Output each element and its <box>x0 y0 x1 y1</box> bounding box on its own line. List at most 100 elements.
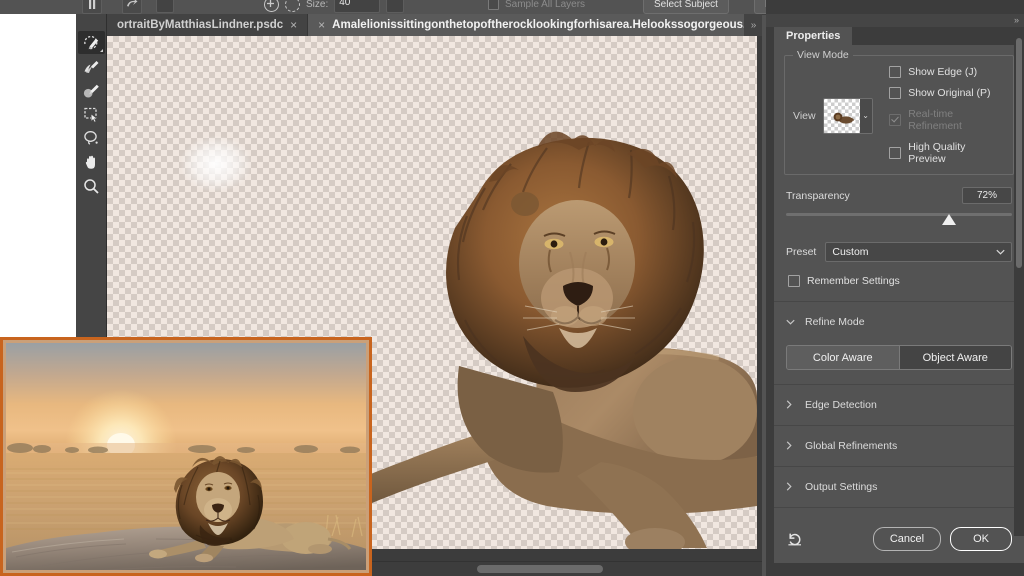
ok-label: OK <box>973 533 989 545</box>
document-tab-active[interactable]: × Amalelionissittingonthetopoftherockloo… <box>308 14 762 36</box>
global-refinements-section[interactable]: Global Refinements <box>774 426 1024 467</box>
checkbox-label: Remember Settings <box>807 275 900 287</box>
panel-tab-strip: Properties <box>774 27 1024 45</box>
brush-size-input[interactable]: 40 <box>334 0 381 13</box>
view-mode-checkbox-list: Show Edge (J) Show Original (P) Real-tim… <box>885 66 1005 165</box>
hand-tool[interactable] <box>78 151 105 174</box>
checkbox-label: Real-time Refinement <box>908 108 962 132</box>
transparency-label: Transparency <box>786 189 850 202</box>
left-gutter-top-bar <box>0 0 76 14</box>
checkbox-box[interactable] <box>889 147 902 159</box>
checkbox-label: Show Edge (J) <box>908 66 978 78</box>
checkbox-box <box>889 114 902 126</box>
sample-all-layers-checkbox[interactable] <box>488 0 499 10</box>
refine-mode-label: Refine Mode <box>805 316 865 328</box>
transparency-value: 72% <box>976 190 997 201</box>
preset-select[interactable]: Custom <box>825 242 1012 262</box>
checkbox-box[interactable] <box>889 66 902 78</box>
tab-overflow-icon[interactable]: » <box>744 14 762 36</box>
view-mode-section: View Mode View ⌄ Show Edge (J) Show Orig… <box>784 49 1014 175</box>
chevron-right-icon[interactable] <box>786 481 794 493</box>
section-label: Global Refinements <box>805 440 898 452</box>
panel-collapse-icon[interactable]: » <box>1014 14 1019 27</box>
checkbox-label: Show Original (P) <box>908 87 991 99</box>
section-label: Edge Detection <box>805 399 877 411</box>
chevron-right-icon[interactable] <box>786 399 794 411</box>
zoom-magnifier-icon[interactable] <box>78 175 105 198</box>
checkbox-realtime-refinement: Real-time Refinement <box>889 108 1005 132</box>
chevron-down-icon <box>996 248 1005 257</box>
checkbox-show-original[interactable]: Show Original (P) <box>889 87 1005 99</box>
sun-flare-artifact <box>180 136 252 192</box>
transparency-value-input[interactable]: 72% <box>962 187 1012 204</box>
checkbox-box[interactable] <box>889 87 902 99</box>
select-subject-label: Select Subject <box>654 0 718 10</box>
output-settings-section[interactable]: Output Settings <box>774 467 1024 508</box>
chevron-down-icon[interactable] <box>786 317 795 327</box>
mini-lion-preview-icon <box>833 112 854 124</box>
brush-tool[interactable] <box>78 79 105 102</box>
ok-button[interactable]: OK <box>950 527 1012 551</box>
panel-vertical-scrollbar[interactable] <box>1014 36 1024 536</box>
checkbox-show-edge[interactable]: Show Edge (J) <box>889 66 1005 78</box>
redo-icon[interactable] <box>122 0 142 14</box>
tab-properties[interactable]: Properties <box>774 27 853 45</box>
properties-panel-dock: » Properties View Mode View ⌄ Show Edge … <box>766 0 1024 576</box>
scrollbar-thumb[interactable] <box>477 565 603 573</box>
properties-panel-footer: Cancel OK <box>774 515 1024 563</box>
object-selection-tool[interactable] <box>78 103 105 126</box>
tool-preset-chevron-icon[interactable] <box>156 0 174 13</box>
subtract-from-selection-icon[interactable] <box>285 0 300 12</box>
options-selection-mode-group: Size: 40 <box>264 0 405 14</box>
original-photo-overlay[interactable] <box>0 337 372 576</box>
options-sample-layers-group: Sample All Layers <box>488 0 585 14</box>
view-label: View <box>793 109 816 122</box>
pause-icon[interactable] <box>82 0 102 14</box>
properties-panel-body: View Mode View ⌄ Show Edge (J) Show Orig… <box>774 45 1024 515</box>
refine-mode-object-aware[interactable]: Object Aware <box>898 346 1011 369</box>
refine-mode-color-aware[interactable]: Color Aware <box>787 346 899 369</box>
brush-size-value: 40 <box>339 0 351 8</box>
refine-mode-section: Refine Mode Color Aware Object Aware <box>774 302 1024 385</box>
refine-mode-option-label: Object Aware <box>922 351 988 364</box>
transparency-slider-track[interactable] <box>786 213 1012 225</box>
edge-detection-section[interactable]: Edge Detection <box>774 385 1024 426</box>
refine-edge-brush-tool[interactable] <box>78 55 105 78</box>
brush-size-label: Size: <box>306 0 329 10</box>
checkbox-label: High Quality Preview <box>908 141 966 165</box>
close-icon[interactable]: × <box>318 19 325 31</box>
document-tab-inactive[interactable]: ortraitByMatthiasLindner.psdc × <box>107 14 309 36</box>
quick-selection-tool[interactable] <box>77 31 105 54</box>
chevron-down-icon[interactable]: ⌄ <box>859 98 872 133</box>
preset-label: Preset <box>786 246 817 258</box>
panel-tab-label: Properties <box>786 30 841 42</box>
reset-undo-icon[interactable] <box>786 530 804 548</box>
chevron-right-icon[interactable] <box>786 440 794 452</box>
view-mode-picker[interactable]: ⌄ <box>822 97 873 134</box>
section-label: Output Settings <box>805 481 878 493</box>
cancel-label: Cancel <box>889 533 925 545</box>
refine-mode-header[interactable]: Refine Mode <box>774 302 1024 342</box>
preset-control: Preset Custom <box>786 242 1012 262</box>
refine-mode-toggle-group: Color Aware Object Aware <box>786 345 1012 370</box>
checkbox-box[interactable] <box>788 275 800 287</box>
brush-size-chevron-icon[interactable] <box>386 0 405 13</box>
photoshop-window: Size: 40 Sample All Layers Select Subjec… <box>0 0 1024 576</box>
scrollbar-thumb[interactable] <box>1016 38 1022 268</box>
lasso-tool[interactable] <box>78 127 105 150</box>
cancel-button[interactable]: Cancel <box>872 527 942 551</box>
checkbox-high-quality-preview[interactable]: High Quality Preview <box>889 141 1005 165</box>
select-subject-button[interactable]: Select Subject <box>643 0 729 14</box>
preset-value: Custom <box>832 246 869 258</box>
view-mode-thumbnail <box>823 98 860 133</box>
document-tab-label: Amalelionissittingonthetopoftherocklooki… <box>332 19 762 31</box>
transparency-slider-thumb[interactable] <box>941 214 956 225</box>
remember-settings-checkbox[interactable]: Remember Settings <box>788 275 1010 287</box>
original-photo-image <box>6 343 366 570</box>
add-to-selection-icon[interactable] <box>264 0 279 12</box>
transparency-control: Transparency 72% <box>786 187 1012 225</box>
tool-flyout-corner-icon <box>99 49 103 52</box>
view-mode-title: View Mode <box>793 49 853 61</box>
document-tab-label: ortraitByMatthiasLindner.psdc <box>117 19 284 31</box>
close-icon[interactable]: × <box>290 19 297 31</box>
